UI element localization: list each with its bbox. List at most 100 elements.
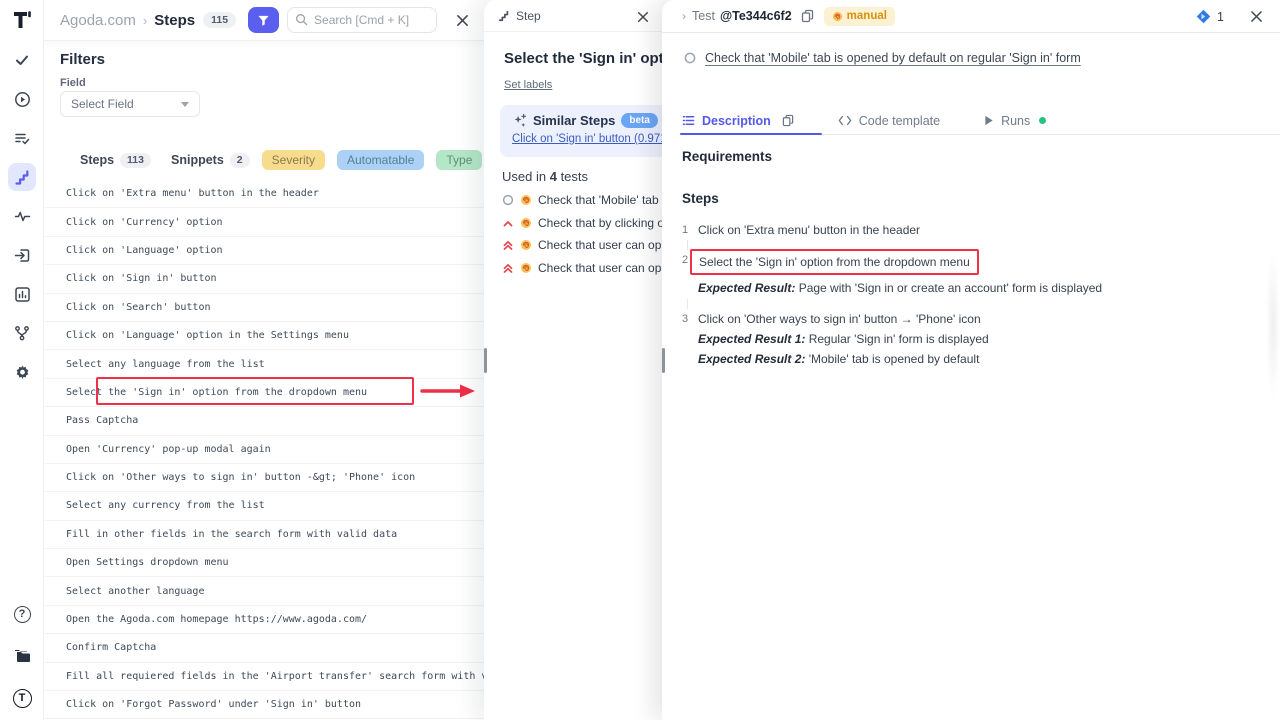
funnel-icon: [257, 14, 270, 27]
step-list-item[interactable]: Confirm Captcha: [44, 634, 484, 662]
step-list-item[interactable]: Open 'Currency' pop-up modal again: [44, 436, 484, 464]
chevron-down-icon: [181, 102, 189, 107]
expected-result-label: Expected Result 1:: [698, 332, 805, 346]
breadcrumb-project[interactable]: Agoda.com: [60, 12, 136, 29]
panel-resize-handle[interactable]: [662, 348, 665, 373]
step-list-item-label: Click on 'Language' option in the Settin…: [66, 330, 349, 341]
step-list-item[interactable]: Open the Agoda.com homepage https://www.…: [44, 606, 484, 634]
test-panel-close-button[interactable]: [1242, 3, 1270, 31]
similar-steps-box: Similar Steps beta Click on 'Sign in' bu…: [500, 105, 662, 157]
profile-t-icon: T: [13, 689, 32, 708]
check-icon: [14, 52, 30, 68]
test-title-row: Check that 'Mobile' tab is opened by def…: [684, 51, 1081, 65]
step-list-item[interactable]: Open Settings dropdown menu: [44, 549, 484, 577]
sidebar-item-analytics[interactable]: [8, 280, 36, 308]
test-title-link[interactable]: Check that 'Mobile' tab is opened by def…: [705, 51, 1081, 65]
play-circle-icon: [14, 91, 31, 108]
used-in-test-item[interactable]: Check that user can op: [502, 234, 662, 257]
sidebar-nav: [0, 46, 44, 386]
app-root: ? T Agoda.com › Steps 115 Filters F: [0, 0, 1280, 720]
search-icon: [295, 13, 308, 26]
search-input[interactable]: [287, 7, 437, 33]
runs-status-dot: [1039, 117, 1046, 124]
step-list-item[interactable]: Click on 'Search' button: [44, 294, 484, 322]
scrollbar[interactable]: [1266, 250, 1280, 400]
field-label: Field: [60, 77, 86, 89]
step-list-item-label: Click on 'Extra menu' button in the head…: [66, 188, 319, 199]
sidebar-item-branches[interactable]: [8, 319, 36, 347]
used-in-test-item[interactable]: Check that by clicking o: [502, 212, 662, 235]
sparkles-icon: [512, 113, 527, 128]
app-logo[interactable]: [0, 6, 44, 34]
step-list-item-label: Select another language: [66, 586, 204, 597]
sidebar-item-settings[interactable]: [8, 358, 36, 386]
step-list-item[interactable]: Fill all requiered fields in the 'Airpor…: [44, 663, 484, 691]
step-list-item[interactable]: Click on 'Forgot Password' under 'Sign i…: [44, 691, 484, 719]
list-check-icon: [14, 130, 30, 146]
test-step: 3Click on 'Other ways to sign in' button…: [682, 311, 1262, 368]
priority-counter[interactable]: 1: [1196, 9, 1224, 24]
step-list-item[interactable]: Click on 'Extra menu' button in the head…: [44, 180, 484, 208]
tab-steps-count: 113: [120, 153, 151, 168]
step-list-item[interactable]: Fill in other fields in the search form …: [44, 521, 484, 549]
step-list-item[interactable]: Click on 'Other ways to sign in' button …: [44, 464, 484, 492]
step-list-item[interactable]: Select any language from the list: [44, 350, 484, 378]
test-step-body: Select the 'Sign in' option from the dro…: [698, 252, 1102, 297]
step-list-item-label: Fill all requiered fields in the 'Airpor…: [66, 671, 484, 682]
filter-button[interactable]: [248, 7, 279, 33]
folders-icon: [13, 648, 31, 664]
field-select[interactable]: Select Field: [60, 91, 200, 117]
unprioritized-circle-icon: [684, 52, 696, 64]
stairs-icon: [498, 10, 510, 22]
step-list-item[interactable]: Select the 'Sign in' option from the dro…: [44, 379, 484, 407]
priority-critical-icon: [502, 239, 514, 251]
filter-badge-type[interactable]: Type: [436, 150, 482, 170]
tab-code-template[interactable]: Code template: [838, 107, 940, 134]
step-list-item[interactable]: Click on 'Language' option: [44, 237, 484, 265]
filter-badge-automatable[interactable]: Automatable: [337, 150, 424, 170]
tab-snippets[interactable]: Snippets2: [171, 153, 250, 168]
step-list-item[interactable]: Click on 'Sign in' button: [44, 265, 484, 293]
help-button[interactable]: ?: [8, 600, 36, 628]
step-list-item[interactable]: Select another language: [44, 577, 484, 605]
sidebar-item-runs[interactable]: [8, 85, 36, 113]
test-step-number: 1: [682, 222, 698, 236]
test-detail-panel: › Test @Te344c6f2 manual 1 C: [662, 0, 1280, 720]
test-step: 1Click on 'Extra menu' button in the hea…: [682, 222, 1262, 238]
step-panel-close-button[interactable]: [630, 4, 656, 30]
step-connector-line: [687, 240, 688, 250]
set-labels-link[interactable]: Set labels: [504, 79, 552, 91]
used-in-test-label: Check that user can op: [538, 238, 661, 252]
profile-button[interactable]: T: [8, 684, 36, 712]
step-list-item[interactable]: Select any currency from the list: [44, 492, 484, 520]
breadcrumb-chevron: ›: [682, 9, 686, 23]
panel-resize-handle[interactable]: [484, 348, 487, 373]
sidebar-item-import[interactable]: [8, 241, 36, 269]
requirements-heading: Requirements: [682, 149, 772, 164]
projects-button[interactable]: [8, 642, 36, 670]
used-in-test-item[interactable]: Check that 'Mobile' tab: [502, 189, 662, 212]
sidebar-item-tests[interactable]: [8, 46, 36, 74]
used-in-test-item[interactable]: Check that user can op: [502, 257, 662, 280]
steps-panel-close-button[interactable]: [448, 6, 476, 34]
step-list-item[interactable]: Click on 'Currency' option: [44, 208, 484, 236]
tab-description[interactable]: Description: [682, 107, 794, 134]
used-in-test-label: Check that 'Mobile' tab: [538, 193, 659, 207]
filter-badge-severity[interactable]: Severity: [262, 150, 325, 170]
steps-count-badge: 115: [203, 12, 236, 28]
copy-test-id-button[interactable]: [801, 9, 814, 23]
tab-steps[interactable]: Steps113: [80, 153, 151, 168]
manual-badge: manual: [824, 7, 895, 26]
copy-icon[interactable]: [782, 114, 794, 127]
step-list-item[interactable]: Pass Captcha: [44, 407, 484, 435]
sidebar-item-steps[interactable]: [8, 163, 36, 191]
tab-runs[interactable]: Runs: [984, 107, 1046, 134]
sidebar-item-pulse[interactable]: [8, 202, 36, 230]
filters-title: Filters: [60, 51, 105, 68]
step-list-item[interactable]: Click on 'Language' option in the Settin…: [44, 322, 484, 350]
sidebar-item-plans[interactable]: [8, 124, 36, 152]
step-list-item-label: Click on 'Forgot Password' under 'Sign i…: [66, 699, 361, 710]
similar-step-link[interactable]: Click on 'Sign in' button (0.9715: [512, 133, 662, 145]
tab-snippets-count: 2: [230, 153, 250, 168]
dizzy-emoji-icon: [520, 262, 532, 274]
